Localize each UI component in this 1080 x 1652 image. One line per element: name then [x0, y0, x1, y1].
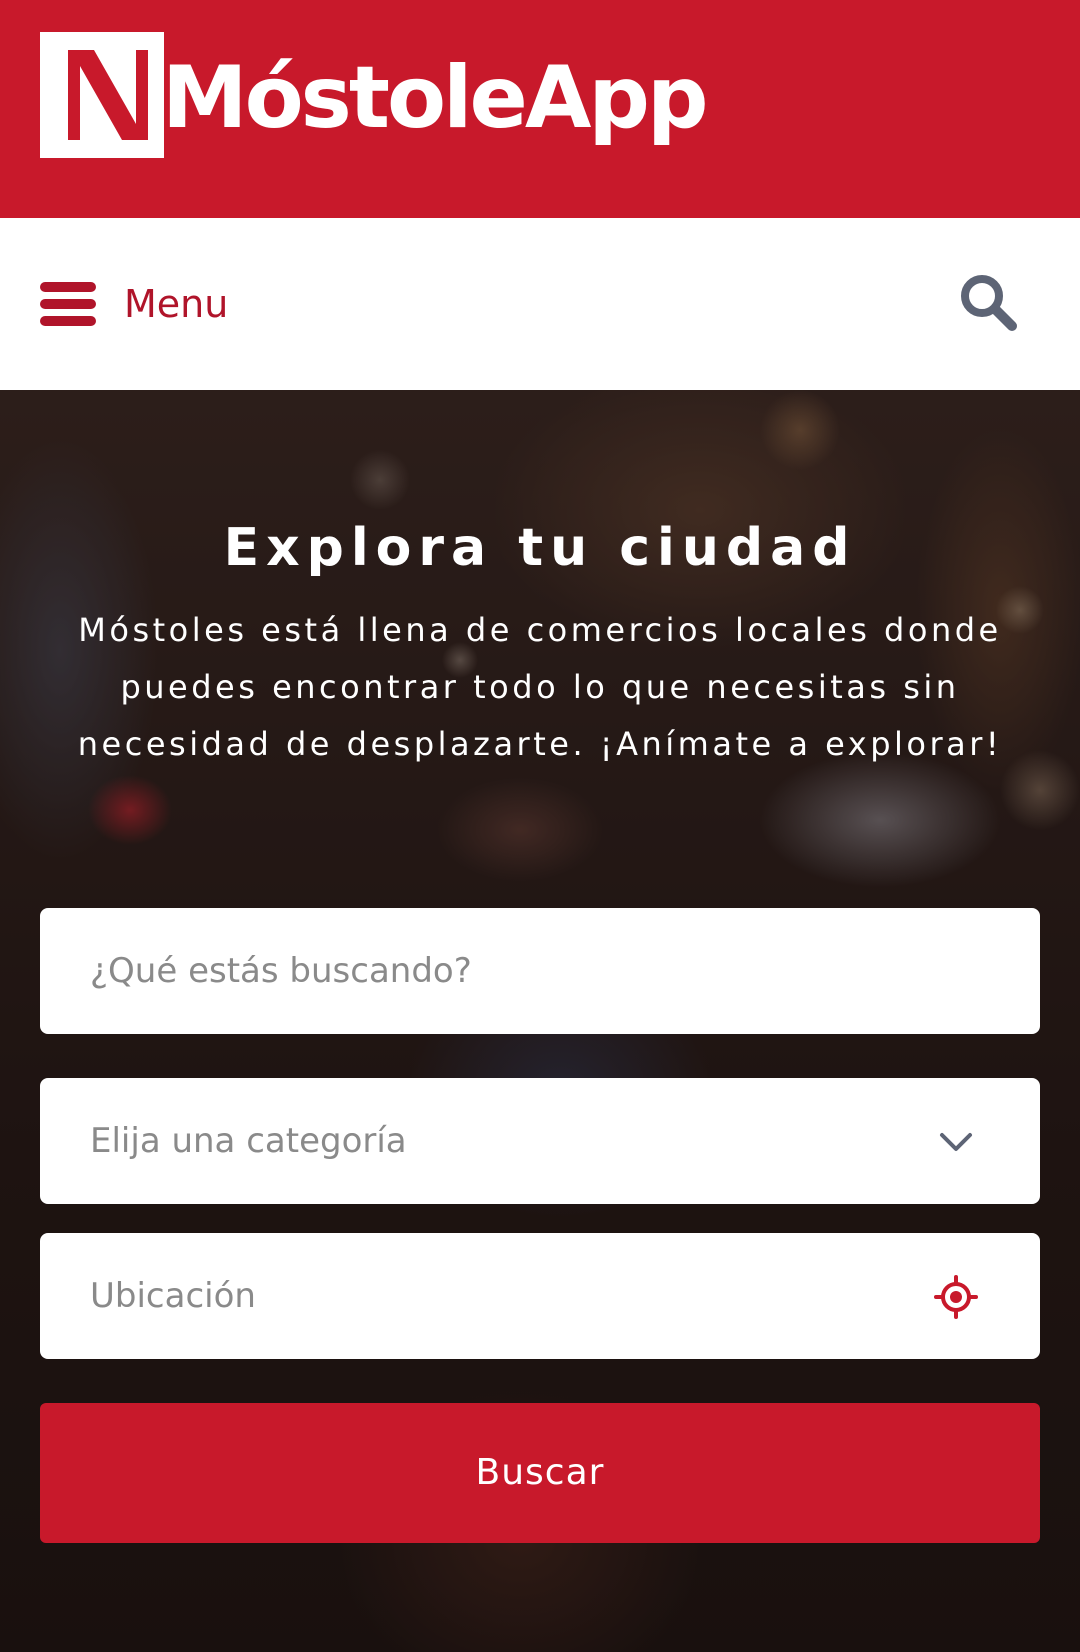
category-placeholder: Elija una categoría — [90, 1121, 407, 1161]
app-name: MóstoleApp — [162, 48, 709, 148]
hero-title: Explora tu ciudad — [223, 518, 857, 578]
nav-bar: Menu — [0, 218, 1080, 390]
menu-label: Menu — [124, 282, 229, 326]
location-placeholder: Ubicación — [90, 1276, 256, 1316]
hamburger-icon — [40, 280, 96, 328]
location-input[interactable]: Ubicación — [40, 1233, 1040, 1359]
app-header: MóstoleApp — [0, 0, 1080, 218]
buscar-button[interactable]: Buscar — [40, 1403, 1040, 1543]
search-input[interactable]: ¿Qué estás buscando? — [40, 908, 1040, 1034]
search-placeholder: ¿Qué estás buscando? — [90, 951, 472, 991]
search-button[interactable] — [956, 270, 1020, 334]
category-select[interactable]: Elija una categoría — [40, 1078, 1040, 1204]
chevron-down-icon — [940, 1133, 972, 1151]
logo-mark — [40, 32, 164, 158]
search-icon — [961, 275, 1017, 331]
location-target-icon[interactable] — [934, 1275, 978, 1319]
app-logo[interactable]: MóstoleApp — [40, 32, 709, 158]
menu-button[interactable]: Menu — [40, 274, 228, 334]
hero-description: Móstoles está llena de comercios locales… — [77, 611, 1003, 763]
hero-section: Explora tu ciudad Móstoles está llena de… — [0, 390, 1080, 1652]
